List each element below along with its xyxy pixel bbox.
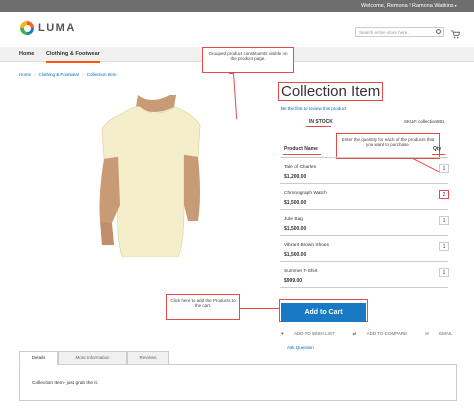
table-row: Vibrant Brown Shoes $1,500.00 1	[280, 236, 449, 262]
stock-underline	[306, 126, 331, 127]
luma-logo-icon[interactable]	[20, 21, 34, 35]
sku: SKU#: collection891	[404, 119, 445, 124]
callout-grouped-products: Grouped product constituents visible on …	[202, 47, 294, 73]
chevron-down-icon[interactable]: ▾	[455, 3, 457, 8]
callout-quantity: Enter the quantity for each of the produ…	[336, 133, 440, 159]
add-to-compare-link[interactable]: ⇄ ADD TO COMPARE	[353, 331, 417, 336]
review-link[interactable]: Be the first to review this product	[281, 106, 346, 111]
product-price: $1,500.00	[284, 200, 307, 206]
envelope-icon[interactable]: ✉	[425, 331, 430, 336]
qty-input[interactable]: 1	[439, 242, 449, 251]
welcome-message: Welcome, Remona !	[361, 3, 411, 9]
page-title: Collection Item	[281, 83, 381, 100]
add-to-cart-highlight: Add to Cart	[279, 299, 368, 322]
product-actions: ♥ ADD TO WISH LIST ⇄ ADD TO COMPARE ✉ EMAI…	[281, 331, 471, 337]
qty-input[interactable]: 1	[439, 268, 449, 277]
breadcrumb-home[interactable]: Home	[19, 72, 31, 77]
qty-input[interactable]: 1	[439, 216, 449, 225]
column-header-qty: Qty	[433, 146, 442, 152]
product-price: $1,500.00	[284, 226, 307, 232]
top-bar: Welcome, Remona ! Ramona Watkins▾	[0, 0, 474, 12]
annotation-line	[233, 73, 238, 119]
product-image[interactable]	[80, 95, 220, 269]
product-price: $999.00	[284, 278, 303, 284]
qty-input[interactable]: 2	[439, 190, 449, 199]
cart-icon[interactable]	[451, 26, 461, 39]
nav-item-home[interactable]: Home	[19, 51, 34, 57]
table-row: Tale of Charles $1,200.00 1	[280, 158, 449, 184]
search-icon[interactable]	[436, 29, 441, 34]
ask-question-link[interactable]: Ask Question	[287, 345, 314, 350]
table-row: Chronograph Watch $1,500.00 2	[280, 184, 449, 210]
table-row: Summer T-Shirt $999.00 1	[280, 262, 449, 288]
compare-label[interactable]: ADD TO COMPARE	[367, 331, 408, 336]
column-header-product-name: Product Name	[284, 146, 318, 152]
add-to-wishlist-link[interactable]: ♥ ADD TO WISH LIST	[281, 331, 344, 336]
breadcrumb-clothing[interactable]: Clothing & Footwear	[39, 72, 80, 77]
stock-status: IN STOCK	[309, 119, 333, 125]
product-name: Jute Bag	[284, 217, 303, 222]
annotation-line	[240, 308, 279, 309]
product-description: Collection Item- just grab the it.	[32, 381, 99, 386]
product-name: Chronograph Watch	[284, 191, 327, 196]
table-row: Jute Bag $1,500.00 1	[280, 210, 449, 236]
qty-input[interactable]: 1	[439, 164, 449, 173]
product-name: Summer T-Shirt	[284, 269, 318, 274]
callout-add-to-cart: Click here to add the Products to the ca…	[166, 294, 240, 320]
add-to-cart-button[interactable]: Add to Cart	[281, 303, 366, 322]
breadcrumb: Home › Clothing & Footwear › Collection Item	[19, 72, 117, 77]
tab-reviews[interactable]: Reviews	[127, 351, 169, 365]
compare-icon[interactable]: ⇄	[353, 331, 358, 336]
logo[interactable]: LUMA	[20, 21, 76, 35]
header-underline	[283, 154, 321, 155]
search-placeholder: Search entire store here...	[359, 30, 412, 35]
breadcrumb-current: Collection Item	[86, 72, 117, 77]
product-price: $1,500.00	[284, 252, 307, 258]
header-underline	[432, 154, 445, 155]
logo-text[interactable]: LUMA	[38, 22, 76, 34]
email-link[interactable]: ✉ EMAIL	[425, 331, 462, 336]
product-tabs: Details More Information Reviews Collect…	[19, 351, 457, 401]
search-input[interactable]: Search entire store here...	[355, 27, 444, 37]
tab-panel-details: Collection Item- just grab the it.	[19, 364, 457, 401]
breadcrumb-separator: ›	[34, 72, 36, 77]
title-highlight: Collection Item	[278, 82, 384, 101]
nav-item-clothing-footwear[interactable]: Clothing & Footwear	[46, 47, 100, 63]
wishlist-label[interactable]: ADD TO WISH LIST	[294, 331, 335, 336]
tab-more-information[interactable]: More Information	[58, 351, 127, 365]
product-price: $1,200.00	[284, 174, 307, 180]
product-name: Vibrant Brown Shoes	[284, 243, 329, 248]
heart-icon[interactable]: ♥	[281, 331, 285, 336]
tab-details[interactable]: Details	[19, 351, 58, 365]
product-name: Tale of Charles	[284, 165, 316, 170]
account-name[interactable]: Ramona Watkins	[412, 3, 454, 9]
account-menu[interactable]: Ramona Watkins▾	[412, 3, 457, 9]
breadcrumb-separator: ›	[82, 72, 84, 77]
email-label[interactable]: EMAIL	[439, 331, 453, 336]
